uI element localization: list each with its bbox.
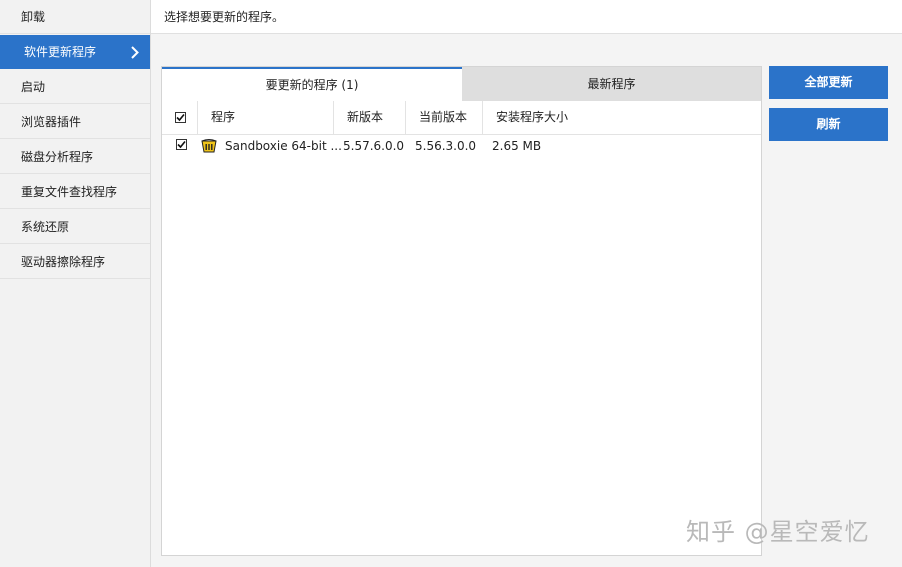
refresh-button[interactable]: 刷新 (769, 108, 888, 141)
select-all-checkbox[interactable] (175, 112, 186, 123)
column-header-label: 安装程序大小 (496, 110, 569, 124)
sandboxie-icon (200, 137, 218, 155)
program-name: Sandboxie 64-bit ... (225, 139, 342, 153)
sidebar-item-startup[interactable]: 启动 (0, 70, 150, 104)
tab-latest-programs[interactable]: 最新程序 (462, 67, 761, 101)
column-header-current-version[interactable]: 当前版本 (406, 101, 483, 134)
row-checkbox[interactable] (176, 139, 187, 150)
sidebar-item-label: 重复文件查找程序 (21, 185, 118, 199)
sidebar-item-label: 软件更新程序 (24, 45, 97, 59)
instruction-bar: 选择想要更新的程序。 (151, 0, 902, 34)
sidebar-item-system-restore[interactable]: 系统还原 (0, 210, 150, 244)
update-all-button[interactable]: 全部更新 (769, 66, 888, 99)
select-all-cell (162, 101, 198, 134)
sidebar-item-label: 系统还原 (21, 220, 70, 234)
sidebar: 卸载 软件更新程序 启动 浏览器插件 磁盘分析程序 重复文件查找程序 系统还原 … (0, 0, 151, 567)
checkmark-icon (176, 113, 185, 122)
checkmark-icon (177, 140, 186, 149)
column-header-label: 程序 (211, 110, 236, 124)
table-row[interactable]: Sandboxie 64-bit ... 5.57.6.0.0 5.56.3.0… (162, 135, 761, 157)
installer-size-value: 2.65 MB (492, 139, 542, 153)
updates-panel: 要更新的程序 (1) 最新程序 程序 新版本 当前版本 安装程序大小 Sandb… (161, 66, 762, 556)
tab-programs-to-update[interactable]: 要更新的程序 (1) (162, 67, 462, 101)
sidebar-item-label: 卸载 (21, 10, 46, 24)
column-header-new-version[interactable]: 新版本 (334, 101, 406, 134)
watermark: 知乎 @星空爱忆 (686, 518, 870, 546)
sidebar-item-label: 磁盘分析程序 (21, 150, 94, 164)
sidebar-item-software-updater[interactable]: 软件更新程序 (0, 35, 150, 69)
sidebar-item-browser-plugins[interactable]: 浏览器插件 (0, 105, 150, 139)
column-header-label: 当前版本 (419, 110, 468, 124)
chevron-right-icon (129, 35, 141, 69)
sidebar-item-uninstall[interactable]: 卸载 (0, 0, 150, 34)
column-header-label: 新版本 (347, 110, 384, 124)
instruction-text: 选择想要更新的程序。 (164, 10, 285, 24)
sidebar-item-label: 驱动器擦除程序 (21, 255, 106, 269)
sidebar-item-label: 浏览器插件 (21, 115, 82, 129)
current-version-value: 5.56.3.0.0 (415, 139, 477, 153)
column-header-installer-size[interactable]: 安装程序大小 (483, 101, 761, 134)
sidebar-item-label: 启动 (21, 80, 46, 94)
column-header-program[interactable]: 程序 (198, 101, 334, 134)
table-header: 程序 新版本 当前版本 安装程序大小 (162, 101, 761, 135)
tab-label: 最新程序 (587, 77, 636, 91)
tab-label: 要更新的程序 (1) (265, 78, 359, 92)
sidebar-item-duplicate-finder[interactable]: 重复文件查找程序 (0, 175, 150, 209)
new-version-value: 5.57.6.0.0 (343, 139, 405, 153)
sidebar-item-disk-analyzer[interactable]: 磁盘分析程序 (0, 140, 150, 174)
sidebar-item-drive-wiper[interactable]: 驱动器擦除程序 (0, 245, 150, 279)
